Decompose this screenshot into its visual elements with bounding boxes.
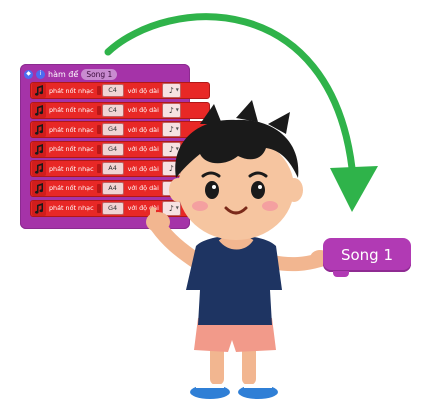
function-definition-block[interactable]: ◆ i hàm để Song 1 phát nốt nhạc C4 với độ …: [20, 64, 210, 229]
duration-label: với độ dài: [127, 204, 159, 213]
function-name[interactable]: Song 1: [81, 68, 118, 80]
music-note-icon: [32, 161, 46, 177]
eighth-note-icon: ♪: [168, 203, 174, 213]
eighth-note-icon: ♪: [168, 86, 174, 95]
duration-label: với độ dài: [127, 145, 159, 154]
chevron-down-icon: ▼: [175, 184, 179, 190]
note-value-field[interactable]: G4: [101, 123, 124, 137]
music-note-icon: [32, 83, 46, 98]
play-note-row[interactable]: phát nốt nhạc C4 với độ dài ♪ ▼: [30, 101, 210, 119]
note-separator: [96, 86, 101, 95]
play-note-label: phát nốt nhạc: [49, 184, 94, 193]
chevron-down-icon: ▼: [175, 145, 179, 151]
eighth-note-icon: ♪: [168, 164, 174, 174]
duration-dropdown[interactable]: ♪ ▼: [161, 200, 181, 216]
music-note-icon: [32, 122, 46, 138]
play-note-label: phát nốt nhạc: [49, 125, 94, 134]
note-value-field[interactable]: G4: [101, 201, 124, 215]
note-separator: [96, 183, 101, 193]
play-note-label: phát nốt nhạc: [49, 86, 94, 95]
function-header: ◆ i hàm để Song 1: [24, 66, 118, 82]
play-note-label: phát nốt nhạc: [49, 145, 94, 154]
note-value-field[interactable]: A4: [101, 181, 124, 195]
duration-label: với độ dài: [127, 86, 159, 95]
duration-label: với độ dài: [127, 125, 159, 134]
play-note-row[interactable]: phát nốt nhạc G4 với độ dài ♪ ▼: [30, 140, 210, 158]
eighth-note-icon: ♪: [168, 125, 174, 135]
eighth-note-icon: ♪: [168, 144, 174, 154]
chevron-down-icon: ▼: [175, 165, 179, 171]
play-note-row[interactable]: phát nốt nhạc G4 với độ dài ♪ ▼: [30, 199, 210, 217]
music-note-icon: [32, 141, 46, 157]
note-value-field[interactable]: C4: [101, 103, 124, 117]
eighth-note-icon: ♪: [168, 105, 174, 115]
note-value-field[interactable]: G4: [101, 142, 124, 156]
duration-dropdown[interactable]: ♪ ▼: [161, 180, 181, 196]
music-note-icon: [32, 200, 46, 216]
note-value-field[interactable]: C4: [101, 84, 124, 97]
chevron-down-icon: ▼: [175, 204, 179, 210]
duration-dropdown[interactable]: ♪ ▼: [161, 141, 181, 157]
block-toggle-icon[interactable]: ◆: [24, 69, 33, 79]
function-keyword: hàm để: [48, 69, 79, 79]
music-note-icon: [32, 102, 46, 118]
block-notch: [333, 271, 349, 277]
note-separator: [96, 125, 101, 135]
duration-dropdown[interactable]: ♪ ▼: [161, 102, 181, 118]
play-note-row[interactable]: phát nốt nhạc G4 với độ dài ♪ ▼: [30, 121, 210, 139]
play-note-row[interactable]: phát nốt nhạc A4 với độ dài ♪ ▼: [30, 160, 210, 178]
play-note-row[interactable]: phát nốt nhạc C4 với độ dài ♪ ▼: [30, 82, 210, 99]
eighth-note-icon: ♪: [168, 183, 174, 193]
play-note-label: phát nốt nhạc: [49, 164, 94, 173]
play-note-row[interactable]: phát nốt nhạc A4 với độ dài ♪ ▼: [30, 179, 210, 197]
music-note-icon: [32, 180, 46, 196]
play-note-label: phát nốt nhạc: [49, 106, 94, 115]
note-separator: [96, 105, 101, 115]
play-note-label: phát nốt nhạc: [49, 204, 94, 213]
note-separator: [96, 164, 101, 174]
duration-label: với độ dài: [127, 184, 159, 193]
duration-dropdown[interactable]: ♪ ▼: [161, 161, 181, 177]
song-1-block[interactable]: Song 1: [323, 238, 411, 277]
duration-label: với độ dài: [127, 106, 159, 115]
note-rows: phát nốt nhạc C4 với độ dài ♪ ▼ phát nốt nhạc…: [30, 82, 210, 219]
note-separator: [96, 144, 101, 154]
info-icon[interactable]: i: [36, 69, 45, 79]
song-1-label: Song 1: [340, 246, 394, 264]
chevron-down-icon: ▼: [175, 87, 179, 92]
duration-dropdown[interactable]: ♪ ▼: [161, 83, 181, 98]
note-separator: [96, 203, 101, 213]
note-value-field[interactable]: A4: [101, 162, 124, 176]
duration-dropdown[interactable]: ♪ ▼: [161, 122, 181, 138]
chevron-down-icon: ▼: [175, 126, 179, 132]
duration-label: với độ dài: [127, 164, 159, 173]
chevron-down-icon: ▼: [175, 106, 179, 112]
